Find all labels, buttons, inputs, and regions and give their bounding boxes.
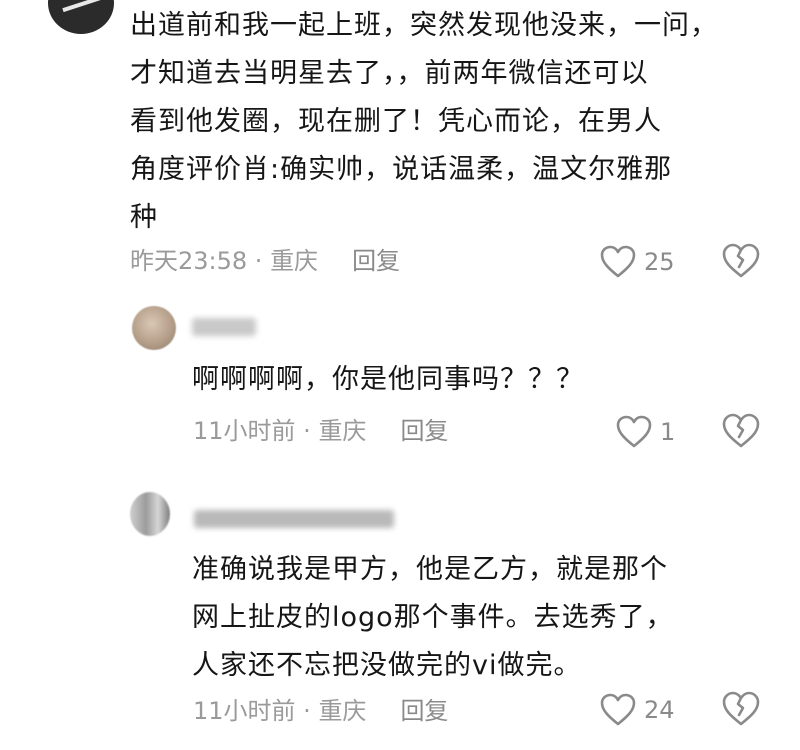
reply-meta: 11小时前 · 重庆 回复 [193, 414, 448, 448]
dislike-button[interactable] [722, 243, 760, 281]
reply-username-blurred [194, 510, 394, 528]
comment-meta: 昨天23:58 · 重庆 回复 [130, 244, 400, 278]
heart-outline-icon [616, 415, 652, 449]
reply-button[interactable]: 回复 [352, 247, 400, 275]
like-count: 25 [644, 248, 675, 276]
commenter-avatar[interactable] [48, 0, 114, 34]
comment-text: 出道前和我一起上班，突然发现他没来，一问， 才知道去当明星去了，，前两年微信还可… [130, 2, 718, 242]
comment-time: 昨天23:58 [130, 247, 248, 275]
reply-meta: 11小时前 · 重庆 回复 [193, 694, 448, 728]
like-button[interactable]: 1 [616, 412, 675, 452]
reply-line: 网上扯皮的logo那个事件。去选秀了， [192, 602, 674, 633]
reply-text: 啊啊啊啊，你是他同事吗？？？ [192, 356, 584, 404]
reply-username-blurred [192, 318, 256, 336]
dislike-button[interactable] [722, 413, 760, 451]
comment-line: 看到他发圈，现在删了！凭心而论，在男人 [130, 106, 662, 137]
reply-location: 重庆 [318, 697, 367, 725]
heart-outline-icon [600, 693, 636, 727]
like-count: 1 [660, 418, 676, 446]
reply-avatar[interactable] [130, 492, 170, 536]
reply-time: 11小时前 [193, 417, 296, 445]
broken-heart-icon [722, 413, 760, 449]
meta-separator: · [295, 417, 319, 445]
reply-button[interactable]: 回复 [400, 697, 448, 725]
like-button[interactable]: 24 [600, 690, 675, 730]
reply-avatar[interactable] [132, 306, 176, 350]
reply-location: 重庆 [318, 417, 367, 445]
comment-line: 角度评价肖:确实帅，说话温柔，温文尔雅那 [130, 154, 673, 185]
heart-outline-icon [600, 245, 636, 279]
reply-line: 准确说我是甲方，他是乙方，就是那个 [192, 554, 668, 585]
like-count: 24 [644, 696, 675, 724]
like-button[interactable]: 25 [600, 242, 675, 282]
comment-line: 种 [130, 202, 158, 233]
broken-heart-icon [722, 243, 760, 279]
broken-heart-icon [722, 691, 760, 727]
comment-line: 才知道去当明星去了，，前两年微信还可以 [130, 58, 649, 89]
reply-button[interactable]: 回复 [400, 417, 448, 445]
comment-location: 重庆 [270, 247, 319, 275]
reply-time: 11小时前 [193, 697, 296, 725]
reply-line: 人家还不忘把没做完的vi做完。 [192, 650, 582, 681]
meta-separator: · [247, 247, 271, 275]
meta-separator: · [295, 697, 319, 725]
reply-text: 准确说我是甲方，他是乙方，就是那个 网上扯皮的logo那个事件。去选秀了， 人家… [192, 546, 674, 690]
reply-line: 啊啊啊啊，你是他同事吗？？？ [192, 364, 584, 395]
dislike-button[interactable] [722, 691, 760, 729]
comment-line: 出道前和我一起上班，突然发现他没来，一问， [130, 10, 718, 41]
